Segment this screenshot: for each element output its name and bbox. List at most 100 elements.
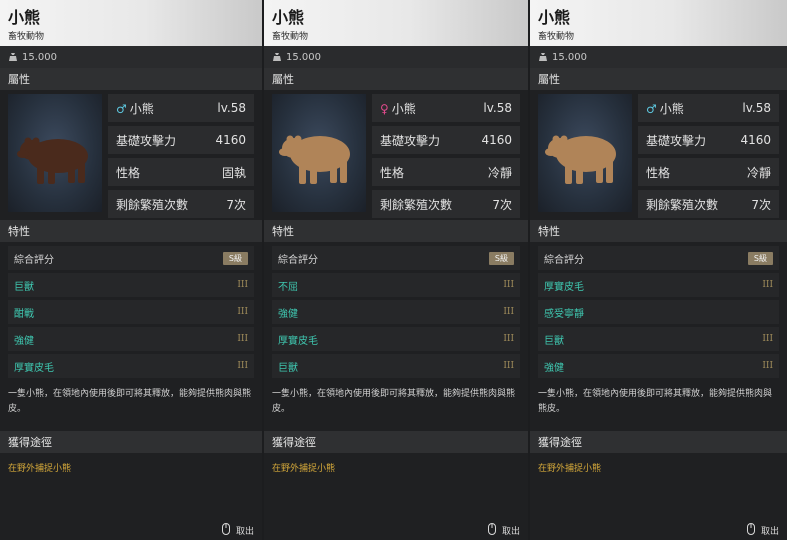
- item-category: 畜牧動物: [272, 32, 309, 42]
- male-icon: ♂: [116, 101, 127, 116]
- section-attributes: 屬性: [530, 68, 787, 90]
- trait-name: 不屈: [278, 281, 298, 293]
- stat-attack-label: 基礎攻擊力: [646, 133, 707, 148]
- score-label: 綜合評分: [544, 254, 584, 266]
- male-icon: ♂: [646, 101, 657, 116]
- trait-level: III: [762, 280, 773, 290]
- trait-row[interactable]: 不屈 III: [272, 273, 520, 297]
- exit-button[interactable]: 取出: [487, 523, 520, 538]
- trait-row[interactable]: 感受寧靜: [538, 300, 779, 324]
- obtain-method: 在野外捕捉小熊: [272, 464, 336, 474]
- trait-row[interactable]: 巨獸 III: [272, 354, 520, 378]
- mouse-icon: [221, 523, 230, 538]
- trait-name: 厚實皮毛: [14, 362, 54, 374]
- bear-image: [8, 94, 102, 212]
- bear-panel-1: 小熊 畜牧動物 15.000 屬性 ♂ 小熊 lv.58 基礎攻擊力 4160 …: [0, 0, 262, 540]
- trait-level: III: [762, 361, 773, 371]
- attributes-area: ♂ 小熊 lv.58 基礎攻擊力 4160 性格 冷靜 剩餘繁殖次數 7次: [530, 90, 787, 220]
- bear-icon: [545, 135, 616, 184]
- stat-attack: 基礎攻擊力 4160: [638, 126, 779, 154]
- exit-label: 取出: [501, 527, 520, 537]
- section-attributes: 屬性: [0, 68, 262, 90]
- stat-breed: 剩餘繁殖次數 7次: [372, 190, 520, 218]
- trait-row[interactable]: 強健 III: [272, 300, 520, 324]
- trait-row[interactable]: 巨獸 III: [538, 327, 779, 351]
- bear-comparison-panels: 小熊 畜牧動物 15.000 屬性 ♂ 小熊 lv.58 基礎攻擊力 4160 …: [0, 0, 787, 540]
- price-row: 15.000: [264, 46, 528, 68]
- overall-score-row: 綜合評分 S級: [272, 246, 520, 270]
- stat-name-level: ♂ 小熊 lv.58: [108, 94, 254, 122]
- trait-row[interactable]: 厚實皮毛 III: [538, 273, 779, 297]
- stat-nature-label: 性格: [646, 165, 671, 180]
- attributes-area: ♂ 小熊 lv.58 基礎攻擊力 4160 性格 固執 剩餘繁殖次數 7次: [0, 90, 262, 220]
- price-row: 15.000: [530, 46, 787, 68]
- stat-nature: 性格 冷靜: [372, 158, 520, 186]
- overall-score-row: 綜合評分 S級: [8, 246, 254, 270]
- section-obtain: 獲得途徑: [0, 431, 262, 453]
- price-value: 15.000: [552, 51, 587, 63]
- bear-icon: [17, 137, 88, 184]
- stat-level: lv.58: [483, 101, 512, 115]
- stat-nature: 性格 冷靜: [638, 158, 779, 186]
- trait-level: III: [503, 280, 514, 290]
- panel-header: 小熊 畜牧動物: [530, 0, 787, 46]
- trait-row[interactable]: 厚實皮毛 III: [8, 354, 254, 378]
- trait-row[interactable]: 強健 III: [538, 354, 779, 378]
- score-label: 綜合評分: [278, 254, 318, 266]
- bear-icon: [279, 135, 350, 184]
- exit-button[interactable]: 取出: [746, 523, 779, 538]
- attributes-area: ♀ 小熊 lv.58 基礎攻擊力 4160 性格 冷靜 剩餘繁殖次數 7次: [264, 90, 528, 220]
- price-value: 15.000: [22, 51, 57, 63]
- stat-breed-label: 剩餘繁殖次數: [646, 197, 719, 212]
- stat-name-level: ♂ 小熊 lv.58: [638, 94, 779, 122]
- trait-level: III: [503, 334, 514, 344]
- exit-label: 取出: [760, 527, 779, 537]
- panel-header: 小熊 畜牧動物: [264, 0, 528, 46]
- trait-name: 厚實皮毛: [278, 335, 318, 347]
- bear-panel-2: 小熊 畜牧動物 15.000 屬性 ♀ 小熊 lv.58 基礎攻擊力 4160 …: [264, 0, 528, 540]
- trait-row[interactable]: 酣戰 III: [8, 300, 254, 324]
- stats-list: ♂ 小熊 lv.58 基礎攻擊力 4160 性格 冷靜 剩餘繁殖次數 7次: [638, 94, 779, 222]
- stat-breed: 剩餘繁殖次數 7次: [638, 190, 779, 218]
- trait-name: 酣戰: [14, 308, 34, 320]
- item-description: 一隻小熊，在領地內使用後即可將其釋放，能夠提供熊肉與熊皮。: [272, 389, 516, 414]
- price-value: 15.000: [286, 51, 321, 63]
- trait-row[interactable]: 巨獸 III: [8, 273, 254, 297]
- trait-level: III: [237, 361, 248, 371]
- stat-nature-label: 性格: [380, 165, 405, 180]
- stat-attack-value: 4160: [215, 133, 246, 147]
- stat-attack-label: 基礎攻擊力: [380, 133, 441, 148]
- item-description: 一隻小熊，在領地內使用後即可將其釋放，能夠提供熊肉與熊皮。: [8, 389, 252, 414]
- trait-name: 強健: [14, 335, 34, 347]
- trait-name: 巨獸: [278, 362, 298, 374]
- trait-level: III: [237, 334, 248, 344]
- female-icon: ♀: [380, 101, 389, 116]
- section-obtain: 獲得途徑: [530, 431, 787, 453]
- section-attributes: 屬性: [264, 68, 528, 90]
- stat-attack-value: 4160: [740, 133, 771, 147]
- trait-row[interactable]: 厚實皮毛 III: [272, 327, 520, 351]
- trait-level: III: [762, 334, 773, 344]
- stat-attack-label: 基礎攻擊力: [116, 133, 177, 148]
- score-badge: S級: [222, 251, 248, 265]
- score-label: 綜合評分: [14, 254, 54, 266]
- traits-list: 綜合評分 S級 巨獸 III 酣戰 III 強健 III 厚實皮毛 III: [0, 242, 262, 378]
- section-traits: 特性: [0, 220, 262, 242]
- section-traits: 特性: [530, 220, 787, 242]
- traits-list: 綜合評分 S級 厚實皮毛 III 感受寧靜 巨獸 III 強健 III: [530, 242, 787, 378]
- stat-nature-value: 冷靜: [487, 165, 512, 180]
- stat-breed-label: 剩餘繁殖次數: [116, 197, 189, 212]
- exit-button[interactable]: 取出: [221, 523, 254, 538]
- trait-name: 強健: [278, 308, 298, 320]
- bear-panel-3: 小熊 畜牧動物 15.000 屬性 ♂ 小熊 lv.58 基礎攻擊力 4160 …: [530, 0, 787, 540]
- stats-list: ♂ 小熊 lv.58 基礎攻擊力 4160 性格 固執 剩餘繁殖次數 7次: [108, 94, 254, 222]
- trait-level: III: [503, 361, 514, 371]
- stat-name-level: ♀ 小熊 lv.58: [372, 94, 520, 122]
- trait-row[interactable]: 強健 III: [8, 327, 254, 351]
- traits-list: 綜合評分 S級 不屈 III 強健 III 厚實皮毛 III 巨獸 III: [264, 242, 528, 378]
- stat-nature: 性格 固執: [108, 158, 254, 186]
- stat-breed-value: 7次: [226, 197, 246, 212]
- item-title: 小熊: [538, 8, 571, 27]
- stat-breed-value: 7次: [492, 197, 512, 212]
- item-title: 小熊: [8, 8, 41, 27]
